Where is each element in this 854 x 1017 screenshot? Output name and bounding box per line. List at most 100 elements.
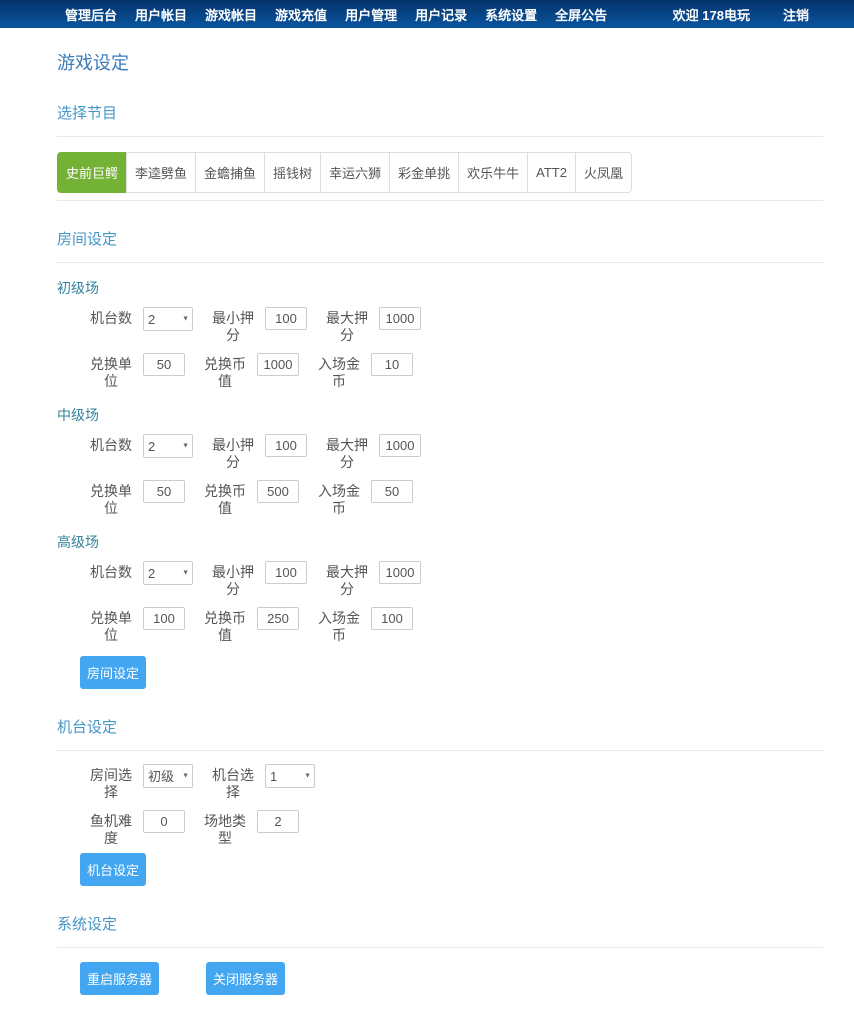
logout-link[interactable]: 注销 [783, 5, 809, 24]
nav-user-accounts[interactable]: 用户帐目 [135, 5, 187, 24]
nav-user-management[interactable]: 用户管理 [345, 5, 397, 24]
nav-user-records[interactable]: 用户记录 [415, 5, 467, 24]
machine-count-label: 机台数 [85, 561, 137, 597]
game-tab-caijindantiao[interactable]: 彩金单挑 [389, 152, 459, 193]
room-group-beginner: 初级场 机台数 2 最小押分 最大押分 兑换单位 兑换币值 入场金币 [57, 278, 823, 390]
top-navbar: 管理后台 用户帐目 游戏帐目 游戏充值 用户管理 用户记录 系统设置 全屏公告 … [0, 0, 854, 28]
game-tab-yaoqianshu[interactable]: 摇钱树 [264, 152, 321, 193]
machine-count-select-wrap: 2 [143, 434, 193, 458]
nav-fullscreen-announcement[interactable]: 全屏公告 [555, 5, 607, 24]
section-room-title: 房间设定 [57, 228, 823, 249]
exchange-value-label: 兑换币值 [199, 353, 251, 390]
room-submit-button[interactable]: 房间设定 [80, 656, 146, 689]
nav-system-settings[interactable]: 系统设置 [485, 5, 537, 24]
section-machine-title: 机台设定 [57, 716, 823, 737]
max-bet-input[interactable] [379, 561, 421, 584]
exchange-unit-label: 兑换单位 [85, 480, 137, 517]
min-bet-label: 最小押分 [207, 561, 259, 598]
field-type-label: 场地类型 [199, 810, 251, 847]
divider [57, 750, 823, 751]
nav-game-accounts[interactable]: 游戏帐目 [205, 5, 257, 24]
machine-count-select-wrap: 2 [143, 307, 193, 331]
machine-count-select[interactable]: 2 [143, 561, 193, 585]
game-tab-huanleniuniu[interactable]: 欢乐牛牛 [458, 152, 528, 193]
game-tab-att2[interactable]: ATT2 [527, 152, 576, 193]
exchange-value-input[interactable] [257, 480, 299, 503]
min-bet-input[interactable] [265, 561, 307, 584]
room-select[interactable]: 初级 [143, 764, 193, 788]
exchange-unit-label: 兑换单位 [85, 353, 137, 390]
restart-server-button[interactable]: 重启服务器 [80, 962, 159, 995]
room-select-wrap: 初级 [143, 764, 193, 788]
min-bet-input[interactable] [265, 307, 307, 330]
page-title: 游戏设定 [57, 49, 823, 75]
room-form-row: 兑换单位 兑换币值 入场金币 [57, 353, 823, 390]
shutdown-server-button[interactable]: 关闭服务器 [206, 962, 285, 995]
room-form-row: 兑换单位 兑换币值 入场金币 [57, 480, 823, 517]
entry-coin-input[interactable] [371, 480, 413, 503]
section-system-title: 系统设定 [57, 913, 823, 934]
max-bet-label: 最大押分 [321, 307, 373, 344]
entry-coin-input[interactable] [371, 607, 413, 630]
min-bet-input[interactable] [265, 434, 307, 457]
exchange-unit-input[interactable] [143, 607, 185, 630]
section-select-game-title: 选择节目 [57, 102, 823, 123]
room-form-row: 机台数 2 最小押分 最大押分 [57, 434, 823, 471]
room-form-row: 机台数 2 最小押分 最大押分 [57, 561, 823, 598]
max-bet-input[interactable] [379, 434, 421, 457]
game-tab-bar: 史前巨鳄 李逵劈鱼 金蟾捕鱼 摇钱树 幸运六狮 彩金单挑 欢乐牛牛 ATT2 火… [57, 152, 823, 193]
room-group-title: 高级场 [57, 532, 823, 552]
game-tab-jinchanbuyu[interactable]: 金蟾捕鱼 [195, 152, 265, 193]
system-buttons-row: 重启服务器 关闭服务器 [80, 962, 823, 995]
fish-difficulty-label: 鱼机难度 [85, 810, 137, 847]
room-group-intermediate: 中级场 机台数 2 最小押分 最大押分 兑换单位 兑换币值 入场金币 [57, 405, 823, 517]
divider [57, 200, 823, 201]
entry-coin-input[interactable] [371, 353, 413, 376]
machine-form-row: 鱼机难度 场地类型 [57, 810, 823, 847]
exchange-unit-input[interactable] [143, 353, 185, 376]
room-select-label: 房间选择 [85, 764, 137, 801]
min-bet-label: 最小押分 [207, 434, 259, 471]
machine-select[interactable]: 1 [265, 764, 315, 788]
room-group-title: 中级场 [57, 405, 823, 425]
game-tab-huofenghuang[interactable]: 火凤凰 [575, 152, 632, 193]
min-bet-label: 最小押分 [207, 307, 259, 344]
machine-select-label: 机台选择 [207, 764, 259, 801]
entry-coin-label: 入场金币 [313, 480, 365, 517]
exchange-value-input[interactable] [257, 353, 299, 376]
exchange-value-input[interactable] [257, 607, 299, 630]
machine-count-label: 机台数 [85, 434, 137, 470]
machine-count-select[interactable]: 2 [143, 434, 193, 458]
max-bet-label: 最大押分 [321, 434, 373, 471]
fish-difficulty-input[interactable] [143, 810, 185, 833]
entry-coin-label: 入场金币 [313, 353, 365, 390]
divider [57, 262, 823, 263]
navbar-right: 欢迎 178电玩 注销 [673, 5, 818, 24]
machine-form-row: 房间选择 初级 机台选择 1 [57, 764, 823, 801]
room-form-row: 兑换单位 兑换币值 入场金币 [57, 607, 823, 644]
nav-admin-home[interactable]: 管理后台 [65, 5, 117, 24]
exchange-unit-label: 兑换单位 [85, 607, 137, 644]
game-tab-xingyunliushi[interactable]: 幸运六狮 [320, 152, 390, 193]
exchange-unit-input[interactable] [143, 480, 185, 503]
machine-count-select-wrap: 2 [143, 561, 193, 585]
room-form-row: 机台数 2 最小押分 最大押分 [57, 307, 823, 344]
game-tab-likuipiyu[interactable]: 李逵劈鱼 [126, 152, 196, 193]
welcome-text: 欢迎 178电玩 [673, 5, 750, 24]
max-bet-input[interactable] [379, 307, 421, 330]
nav-game-recharge[interactable]: 游戏充值 [275, 5, 327, 24]
field-type-input[interactable] [257, 810, 299, 833]
divider [57, 136, 823, 137]
divider [57, 947, 823, 948]
max-bet-label: 最大押分 [321, 561, 373, 598]
entry-coin-label: 入场金币 [313, 607, 365, 644]
exchange-value-label: 兑换币值 [199, 607, 251, 644]
machine-count-label: 机台数 [85, 307, 137, 343]
machine-count-select[interactable]: 2 [143, 307, 193, 331]
room-group-advanced: 高级场 机台数 2 最小押分 最大押分 兑换单位 兑换币值 入场金币 [57, 532, 823, 644]
room-group-title: 初级场 [57, 278, 823, 298]
exchange-value-label: 兑换币值 [199, 480, 251, 517]
machine-select-wrap: 1 [265, 764, 315, 788]
main-content: 游戏设定 选择节目 史前巨鳄 李逵劈鱼 金蟾捕鱼 摇钱树 幸运六狮 彩金单挑 欢… [57, 49, 823, 1017]
game-tab-shiqianjue[interactable]: 史前巨鳄 [57, 152, 127, 193]
